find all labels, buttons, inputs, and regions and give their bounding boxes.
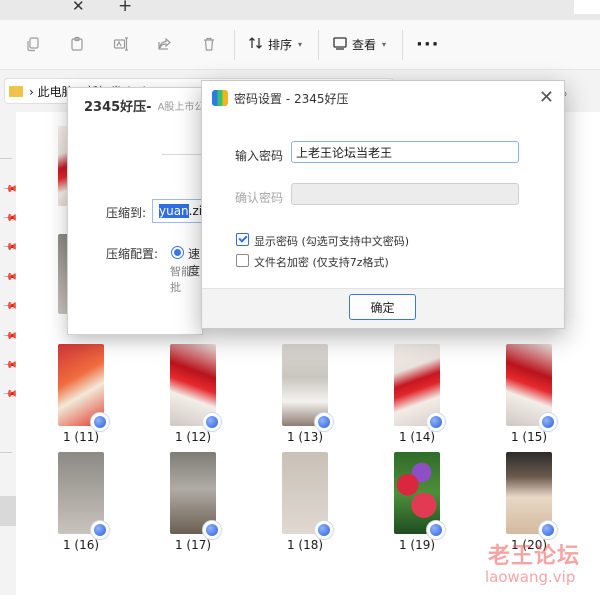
app-logo-icon [212, 90, 228, 106]
view-label: 查看 [352, 37, 377, 52]
sync-badge-icon [426, 520, 446, 540]
tab-bar: ✕ + [0, 0, 600, 20]
file-name[interactable]: 1 (14) [377, 430, 457, 444]
sort-button[interactable]: 排序 ▾ [248, 34, 302, 54]
file-thumbnail[interactable] [282, 452, 334, 540]
sync-badge-icon [426, 412, 446, 432]
encrypt-filenames-checkbox[interactable] [236, 254, 249, 267]
sync-badge-icon [538, 412, 558, 432]
compress-dialog-titlebar[interactable]: 2345好压- A股上市公 [68, 88, 202, 122]
file-name[interactable]: 1 (16) [41, 538, 121, 552]
enter-password-label: 输入密码 [235, 149, 284, 163]
chevron-down-icon: ▾ [298, 39, 303, 49]
show-password-checkbox[interactable] [236, 233, 249, 246]
sync-badge-icon [202, 412, 222, 432]
view-button[interactable]: 查看 ▾ [332, 34, 386, 54]
watermark-title: 老王论坛 [488, 544, 581, 569]
file-thumbnail[interactable] [506, 344, 558, 432]
file-name[interactable]: 1 (11) [41, 430, 121, 444]
compress-dialog: 2345好压- A股上市公 压缩到: yuan.zip 压缩配置: 速度 智能批 [67, 87, 203, 335]
password-dialog-titlebar[interactable]: 密码设置 - 2345好压 [202, 81, 564, 115]
view-icon [332, 35, 348, 54]
divider [162, 154, 202, 155]
nav-item-selected[interactable] [0, 496, 16, 526]
compress-to-input[interactable]: yuan.zip [152, 199, 202, 223]
file-thumbnail[interactable] [170, 344, 222, 432]
password-dialog-footer: 确定 [202, 288, 564, 328]
sort-icon [248, 35, 264, 54]
confirm-password-label: 确认密码 [235, 191, 284, 205]
smart-option-label: 智能批 [170, 265, 192, 294]
sync-badge-icon [538, 520, 558, 540]
sync-badge-icon [314, 520, 334, 540]
delete-icon[interactable] [201, 36, 217, 52]
compress-dialog-title: 2345好压- [84, 99, 152, 115]
sort-label: 排序 [268, 37, 293, 52]
sync-badge-icon [90, 520, 110, 540]
compress-to-label: 压缩到: [106, 206, 147, 220]
file-name[interactable]: 1 (18) [265, 538, 345, 552]
chevron-down-icon: ▾ [382, 39, 387, 49]
rename-icon[interactable] [113, 36, 129, 52]
show-password-label[interactable]: 显示密码 (勾选可支持中文密码) [254, 233, 409, 249]
tab-close-icon[interactable]: ✕ [72, 0, 85, 15]
toolbar-divider [402, 30, 403, 60]
file-name[interactable]: 1 (13) [265, 430, 345, 444]
file-thumbnail[interactable] [170, 452, 222, 540]
file-thumbnail[interactable] [394, 452, 446, 540]
password-dialog-title: 密码设置 - 2345好压 [234, 91, 349, 106]
password-value: 上老王论坛当老王 [296, 145, 393, 160]
compress-config-label: 压缩配置: [106, 247, 159, 261]
new-tab-icon[interactable]: + [118, 0, 132, 16]
file-name[interactable]: 1 (17) [153, 538, 233, 552]
confirm-password-input[interactable] [291, 183, 519, 205]
password-input[interactable]: 上老王论坛当老王 [291, 141, 519, 163]
sync-badge-icon [90, 412, 110, 432]
file-thumbnail[interactable] [58, 452, 110, 540]
more-options-button[interactable]: ··· [416, 34, 440, 55]
toolbar-divider [318, 30, 319, 60]
toolbar-divider [234, 30, 235, 60]
watermark-url: laowang.vip [485, 568, 576, 586]
explorer-toolbar: 排序 ▾ 查看 ▾ ··· [0, 20, 600, 70]
folder-icon [9, 85, 23, 97]
sync-badge-icon [202, 520, 222, 540]
copy-icon[interactable] [25, 36, 41, 52]
file-thumbnail[interactable] [282, 344, 334, 432]
file-name[interactable]: 1 (19) [377, 538, 457, 552]
sync-badge-icon [314, 412, 334, 432]
ok-button[interactable]: 确定 [349, 294, 416, 320]
file-thumbnail[interactable] [394, 344, 446, 432]
share-icon[interactable] [157, 36, 173, 52]
navigation-pane: 📌 📌 📌 📌 📌 📌 📌 📌 [0, 112, 19, 595]
file-name[interactable]: 1 (12) [153, 430, 233, 444]
file-thumbnail[interactable] [58, 344, 110, 432]
password-dialog: 密码设置 - 2345好压 ✕ 输入密码 上老王论坛当老王 确认密码 显示密码 … [201, 80, 565, 329]
window-close-region[interactable] [574, 0, 600, 14]
encrypt-filenames-label[interactable]: 文件名加密 (仅支持7z格式) [254, 254, 389, 270]
speed-radio[interactable] [171, 246, 184, 259]
paste-icon[interactable] [69, 36, 85, 52]
compress-dialog-subtitle: A股上市公 [157, 101, 203, 113]
compress-to-selected-text: yuan [159, 204, 189, 218]
divider [0, 158, 12, 159]
file-thumbnail[interactable] [506, 452, 558, 540]
close-icon[interactable]: ✕ [539, 87, 554, 108]
divider [0, 452, 12, 453]
file-name[interactable]: 1 (15) [489, 430, 569, 444]
